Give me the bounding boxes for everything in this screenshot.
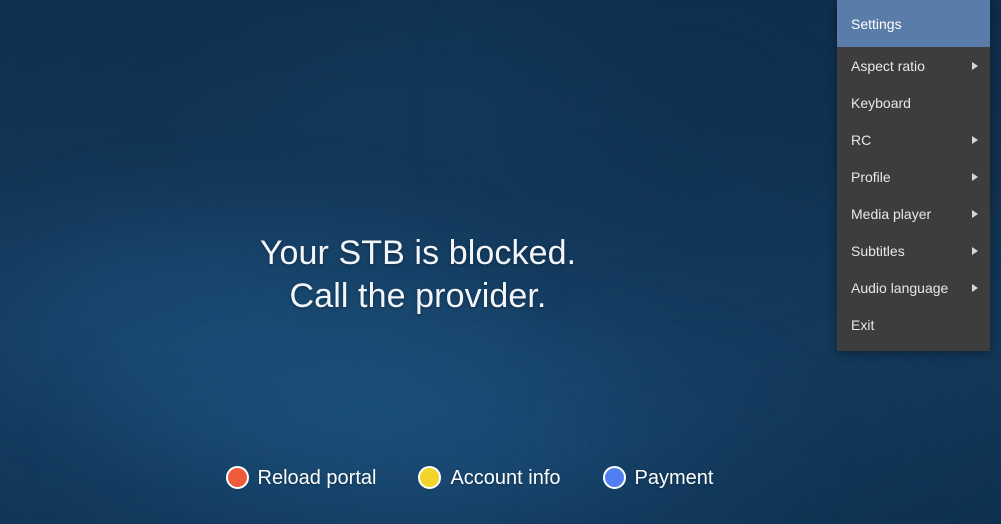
action-button-reload-portal[interactable]: Reload portal — [225, 466, 377, 489]
action-button-label: Payment — [634, 466, 714, 489]
red-circle-icon — [225, 466, 249, 489]
blocked-message-line-2: Call the provider. — [289, 277, 547, 315]
menu-item-label: Aspect ratio — [851, 57, 925, 74]
chevron-right-icon — [972, 61, 978, 70]
action-button-payment[interactable]: Payment — [602, 466, 714, 489]
menu-item-aspect-ratio[interactable]: Aspect ratio — [837, 47, 990, 84]
menu-item-label: Audio language — [851, 279, 949, 296]
menu-item-label: Keyboard — [851, 94, 911, 111]
action-button-label: Reload portal — [257, 466, 377, 489]
menu-item-label: Settings — [851, 15, 902, 32]
menu-item-rc[interactable]: RC — [837, 121, 990, 158]
menu-item-profile[interactable]: Profile — [837, 158, 990, 195]
chevron-right-icon — [972, 209, 978, 218]
menu-item-label: Subtitles — [851, 242, 905, 259]
menu-item-exit[interactable]: Exit — [837, 306, 990, 343]
chevron-right-icon — [972, 135, 978, 144]
menu-item-keyboard[interactable]: Keyboard — [837, 84, 990, 121]
menu-item-media-player[interactable]: Media player — [837, 195, 990, 232]
menu-item-label: Profile — [851, 168, 891, 185]
action-button-account-info[interactable]: Account info — [418, 466, 561, 489]
blocked-message: Your STB is blocked. Call the provider. — [0, 232, 836, 318]
stb-blocked-screen: Your STB is blocked. Call the provider. … — [0, 0, 1001, 524]
menu-item-label: Exit — [851, 316, 875, 333]
chevron-right-icon — [972, 246, 978, 255]
chevron-right-icon — [972, 172, 978, 181]
yellow-circle-icon — [418, 466, 442, 489]
chevron-right-icon — [972, 283, 978, 292]
action-button-label: Account info — [450, 466, 561, 489]
blocked-message-line-1: Your STB is blocked. — [259, 234, 577, 272]
settings-menu: Settings Aspect ratio Keyboard RC Profile Med… — [837, 0, 990, 351]
menu-item-label: Media player — [851, 205, 932, 222]
menu-item-label: RC — [851, 131, 872, 148]
blue-circle-icon — [602, 466, 626, 489]
menu-item-settings[interactable]: Settings — [837, 0, 990, 47]
menu-item-audio-language[interactable]: Audio language — [837, 269, 990, 306]
bottom-action-bar: Reload portal Account info Payment — [0, 466, 1001, 489]
menu-item-subtitles[interactable]: Subtitles — [837, 232, 990, 269]
